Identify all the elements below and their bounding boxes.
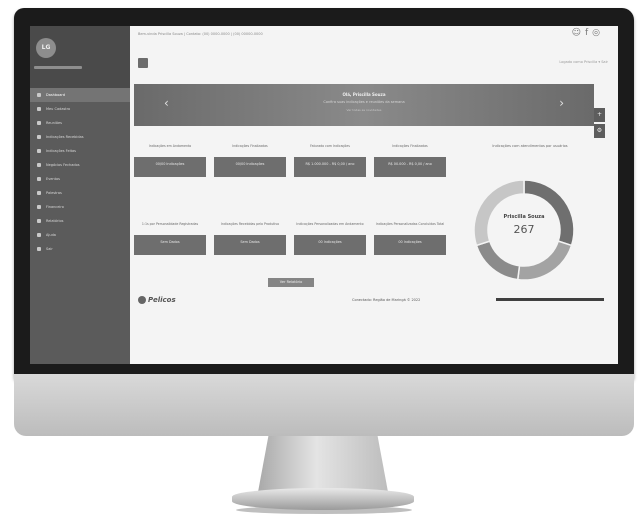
stat-card: Indicações Personalizadas Concluídas Tot…	[374, 222, 446, 255]
view-report-button[interactable]: Ver Relatório	[268, 278, 314, 287]
sidebar-item[interactable]: Financeiro	[30, 200, 130, 214]
welcome-banner-carousel: ‹ › Olá, Priscilla Souza Confira suas in…	[134, 84, 594, 126]
instagram-icon[interactable]: ◎	[592, 28, 604, 38]
sidebar-item[interactable]: Eventos	[30, 172, 130, 186]
stat-card: 1:1s por Personalidade Registradas Sem Da…	[134, 222, 206, 255]
settings-icon[interactable]: ⚙	[594, 124, 605, 138]
stat-card: Indicações em Andamento 00/00 Indicações	[134, 144, 206, 177]
donut-count: 267	[513, 223, 535, 236]
menu-item-icon	[37, 135, 41, 139]
sidebar-item[interactable]: Negócios Fechados	[30, 158, 130, 172]
chat-icon[interactable]: ☺	[572, 28, 585, 38]
sidebar-item[interactable]: Indicações Recebidas	[30, 130, 130, 144]
sidebar-item-label: Ajuda	[46, 233, 56, 237]
menu-item-icon	[37, 107, 41, 111]
sidebar-item-label: Meu Cadastro	[46, 107, 71, 111]
main-content: Bem-vinda Priscilla Souza | Contato: (00…	[130, 26, 618, 364]
stat-card-value[interactable]: Sem Dados	[214, 235, 286, 255]
footer-text: Conectado: Região de Maringá © 2022	[352, 298, 421, 302]
avatar[interactable]: LG	[36, 38, 56, 58]
menu-item-icon	[37, 233, 41, 237]
stat-card-value[interactable]: 00 Indicações	[294, 235, 366, 255]
progress-bar	[496, 298, 604, 301]
stat-card-value[interactable]: R$ 1.000.000 - R$ 0,00 / ano	[294, 157, 366, 177]
stat-card: Indicações Finalizadas R$ 00.000 - R$ 0,0…	[374, 144, 446, 177]
floating-side-tabs: + ⚙	[594, 108, 606, 140]
donut-chart: Priscilla Souza 267	[470, 176, 578, 284]
stat-card-value[interactable]: 00/00 Indicações	[214, 157, 286, 177]
sidebar-header: LG	[30, 26, 130, 88]
sidebar-item-label: Negócios Fechados	[46, 163, 80, 167]
stat-card: Indicações Personalizadas em Andamento 00…	[294, 222, 366, 255]
menu-item-icon	[37, 205, 41, 209]
sidebar-item[interactable]: Palestras	[30, 186, 130, 200]
user-add-icon[interactable]: +	[594, 108, 605, 122]
sidebar-item[interactable]: Sair	[30, 242, 130, 256]
stat-card-value[interactable]: R$ 00.000 - R$ 0,00 / ano	[374, 157, 446, 177]
welcome-contact-line: Bem-vinda Priscilla Souza | Contato: (00…	[138, 32, 263, 36]
menu-item-icon	[37, 247, 41, 251]
sidebar-item[interactable]: Indicações Feitas	[30, 144, 130, 158]
menu-item-icon	[37, 191, 41, 195]
stat-card-value[interactable]: Sem Dados	[134, 235, 206, 255]
sidebar-item-label: Indicações Feitas	[46, 149, 76, 153]
sidebar-item-label: Dashboard	[46, 93, 65, 97]
sidebar-menu: Dashboard Meu Cadastro Reuniões Indicações …	[30, 88, 130, 256]
company-logo: Pelicos	[138, 296, 176, 304]
donut-segment	[475, 240, 521, 281]
donut-segment	[516, 240, 573, 281]
sidebar-item[interactable]: Ajuda	[30, 228, 130, 242]
menu-item-icon	[37, 163, 41, 167]
stat-card: Indicações Recebidas pelo Produtivo Sem D…	[214, 222, 286, 255]
monitor-chin	[14, 374, 634, 436]
sidebar-item[interactable]: Dashboard	[30, 88, 130, 102]
stat-card-value[interactable]: 00/00 Indicações	[134, 157, 206, 177]
hamburger-menu-button[interactable]	[138, 58, 148, 68]
stat-card-value[interactable]: 00 Indicações	[374, 235, 446, 255]
sidebar-item-label: Reuniões	[46, 121, 62, 125]
sidebar-item[interactable]: Relatórios	[30, 214, 130, 228]
monitor-stand-neck	[258, 436, 388, 492]
sidebar: LG Dashboard Meu Cadastro Reuniões Indicaçõ…	[30, 26, 130, 364]
user-name-line	[34, 66, 82, 69]
stat-card-label: Indicações Recebidas pelo Produtivo	[220, 222, 280, 226]
stat-card-label: Indicações Finalizadas	[232, 144, 268, 148]
banner-link[interactable]: Ver todas as novidades	[134, 108, 594, 112]
sidebar-item-label: Relatórios	[46, 219, 64, 223]
menu-item-icon	[37, 149, 41, 153]
stat-card: Indicações Finalizadas 00/00 Indicações	[214, 144, 286, 177]
menu-item-icon	[37, 93, 41, 97]
computer-monitor-photo: LG Dashboard Meu Cadastro Reuniões Indicaçõ…	[0, 0, 642, 524]
stat-card-label: Indicações em Andamento	[148, 144, 192, 148]
sidebar-item[interactable]: Reuniões	[30, 116, 130, 130]
donut-user-name: Priscilla Souza	[503, 214, 545, 220]
stat-card-label: Indicações Personalizadas Concluídas Tot…	[375, 222, 445, 226]
sidebar-item-label: Sair	[46, 247, 53, 251]
sidebar-item[interactable]: Meu Cadastro	[30, 102, 130, 116]
menu-item-icon	[37, 219, 41, 223]
sidebar-item-label: Financeiro	[46, 205, 64, 209]
banner-subtitle: Confira suas indicações e reuniões da se…	[323, 100, 405, 104]
logo-text: Pelicos	[148, 296, 176, 304]
stat-card-label: Indicações Personalizadas em Andamento	[296, 222, 364, 226]
menu-item-icon	[37, 121, 41, 125]
donut-title: Indicações com atendimentos por usuários	[492, 144, 568, 148]
menu-item-icon	[37, 177, 41, 181]
sidebar-item-label: Palestras	[46, 191, 62, 195]
stat-card: Faturado com Indicações R$ 1.000.000 - R$…	[294, 144, 366, 177]
stat-card-label: Indicações Finalizadas	[392, 144, 428, 148]
user-bar[interactable]: Logado como Priscilla ▾ Sair	[559, 60, 608, 64]
screen: LG Dashboard Meu Cadastro Reuniões Indicaçõ…	[30, 26, 618, 364]
logo-mark-icon	[138, 296, 146, 304]
social-icons: ☺f◎	[572, 28, 604, 38]
sidebar-item-label: Eventos	[46, 177, 60, 181]
sidebar-item-label: Indicações Recebidas	[46, 135, 84, 139]
monitor-stand-base	[232, 488, 414, 510]
stat-card-label: Faturado com Indicações	[310, 144, 350, 148]
banner-title: Olá, Priscilla Souza	[342, 92, 386, 97]
stat-card-label: 1:1s por Personalidade Registradas	[141, 222, 199, 226]
